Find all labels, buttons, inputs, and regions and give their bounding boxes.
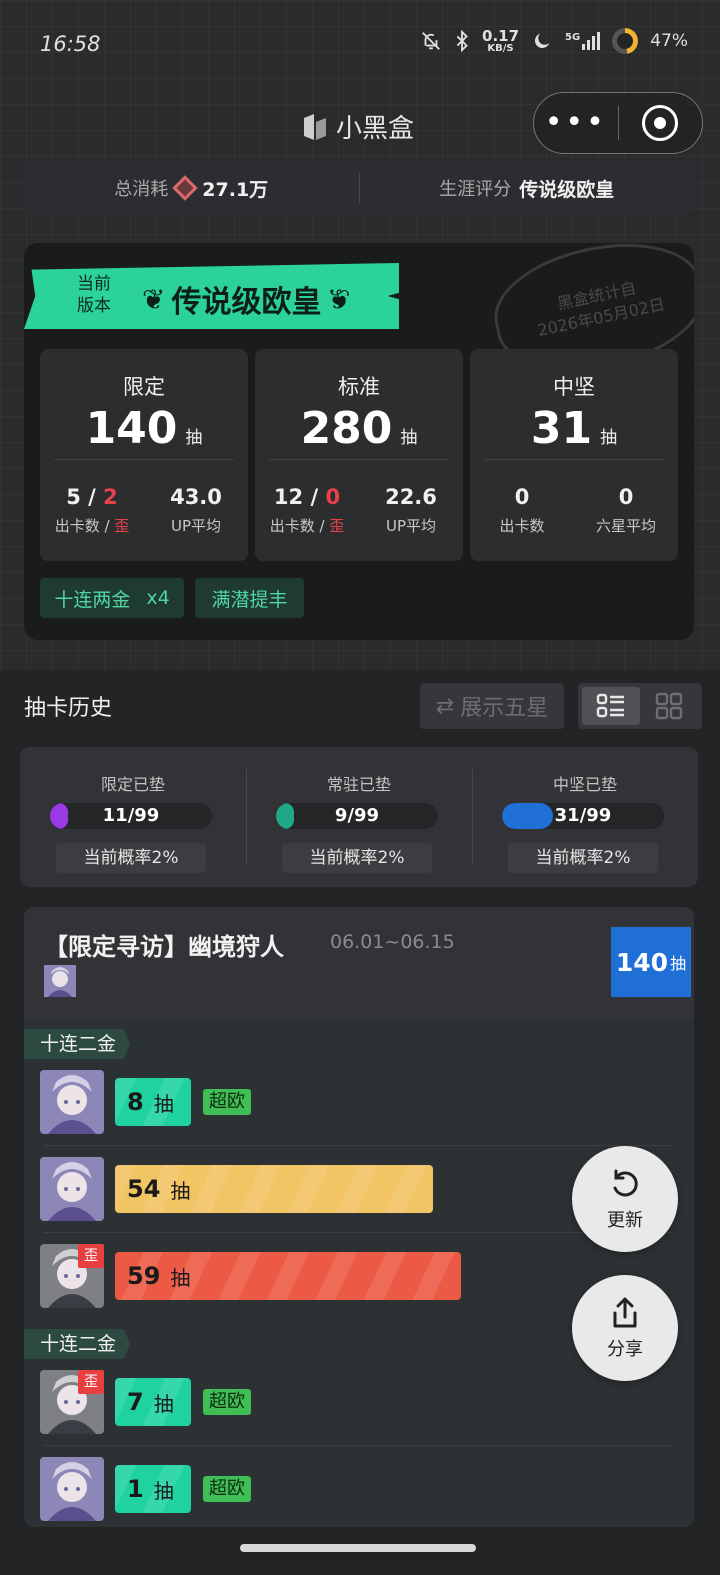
lucky-badge: 超欧 <box>203 1089 251 1115</box>
stat-box-core: 中坚 31 抽 0 出卡数 0 六星平均 <box>470 349 678 561</box>
grid-view-button[interactable] <box>640 687 698 725</box>
moon-icon <box>535 33 550 49</box>
pull-row[interactable]: 8抽 超欧 <box>24 1059 694 1145</box>
list-view-icon <box>596 693 624 718</box>
lucky-badge: 超欧 <box>203 1389 251 1415</box>
laurel-left-icon: ❦ <box>142 282 166 316</box>
list-view-button[interactable] <box>582 687 640 725</box>
signal-5g-icon: 5G <box>565 32 601 50</box>
pool-name: 【限定寻访】幽境狩人 <box>44 933 284 961</box>
more-menu-button[interactable]: ••• <box>534 108 618 138</box>
banner-subtitle: 当前版本 <box>77 274 111 316</box>
pity-core: 中坚已垫 31/99 当前概率2% <box>472 747 698 887</box>
refresh-icon <box>613 1169 638 1197</box>
pity-limited: 限定已垫 11/99 当前概率2% <box>20 747 246 887</box>
refresh-button[interactable]: 更新 <box>572 1146 678 1252</box>
share-button[interactable]: 分享 <box>572 1275 678 1381</box>
close-program-button[interactable] <box>619 105 703 141</box>
battery-percent: 47% <box>650 31 688 51</box>
off-banner-tag: 歪 <box>78 1370 104 1394</box>
operator-avatar <box>44 965 76 997</box>
app-title: 小黑盒 <box>300 108 414 145</box>
pull-row[interactable]: 歪 7抽 超欧 <box>24 1359 694 1445</box>
operator-avatar <box>40 1457 104 1521</box>
heybox-logo-icon <box>304 113 326 140</box>
orundum-icon <box>172 175 199 201</box>
bluetooth-icon <box>456 30 468 52</box>
stat-box-standard: 标准 280 抽 12 / 0 出卡数 / 歪 22.6 UP平均 <box>255 349 463 561</box>
operator-avatar <box>40 1070 104 1134</box>
share-icon <box>613 1297 637 1328</box>
home-indicator <box>240 1544 476 1552</box>
status-icons: 0.17 KB/S 5G 47% <box>420 28 688 54</box>
history-title: 抽卡历史 <box>24 696 113 721</box>
target-icon <box>642 105 679 141</box>
achievement-chip-potential: 满潜提丰 <box>195 578 304 618</box>
pity-bar: 31/99 <box>502 803 664 829</box>
pity-bar: 9/99 <box>276 803 438 829</box>
operator-avatar <box>40 1157 104 1221</box>
pull-bar: 59 抽 <box>115 1252 461 1300</box>
summary-strip: 总消耗 27.1万 生涯评分 传说级欧皇 <box>24 162 694 214</box>
lucky-badge: 超欧 <box>203 1476 251 1502</box>
pull-bar: 8抽 <box>115 1078 191 1126</box>
pull-row[interactable]: 1抽 超欧 <box>24 1446 694 1527</box>
battery-ring-icon <box>612 28 639 54</box>
pity-standard: 常驻已垫 9/99 当前概率2% <box>246 747 472 887</box>
group-tag: 十连二金 <box>24 1329 130 1359</box>
pity-bar: 11/99 <box>50 803 212 829</box>
pity-card: 限定已垫 11/99 当前概率2% 常驻已垫 9/99 当前概率2% 中坚已垫 … <box>20 747 698 887</box>
total-consume: 总消耗 27.1万 <box>24 175 359 202</box>
pull-bar: 54 抽 <box>115 1165 433 1213</box>
pull-bar: 7抽 <box>115 1378 191 1426</box>
net-speed: 0.17 KB/S <box>482 26 520 54</box>
mute-bell-icon <box>422 32 440 50</box>
pull-bar: 1抽 <box>115 1465 191 1513</box>
mini-program-capsule: ••• <box>533 92 703 154</box>
grid-view-icon <box>655 692 683 720</box>
laurel-right-icon: ❦ <box>327 282 351 316</box>
pull-list: 十连二金 8抽 超欧 54 抽 歪 59 抽 十连二金 歪 7 抽 超欧 1 抽… <box>24 1019 694 1527</box>
achievement-chip-ten-pull: 十连两金 x4 <box>40 578 184 618</box>
pool-date: 06.01~06.15 <box>330 931 455 953</box>
show-five-star-toggle[interactable]: ⇄ 展示五星 <box>420 683 564 729</box>
status-time: 16:58 <box>40 32 101 56</box>
version-card: 黑盒统计自 2026年05月02日 当前版本 ❦ 传说级欧皇 ❦ 限定 140 抽… <box>24 243 694 640</box>
off-banner-tag: 歪 <box>78 1244 104 1268</box>
stat-box-limited: 限定 140 抽 5 / 2 出卡数 / 歪 43.0 UP平均 <box>40 349 248 561</box>
status-bar: 16:58 0.17 KB/S 5G 47% <box>0 0 720 90</box>
career-score: 生涯评分 传说级欧皇 <box>439 178 615 201</box>
banner-title: ❦ 传说级欧皇 ❦ <box>142 282 351 321</box>
group-tag: 十连二金 <box>24 1029 130 1059</box>
pool-total-badge: 140 抽 <box>611 927 691 997</box>
view-mode-toggle <box>578 683 702 729</box>
swap-icon: ⇄ <box>435 693 455 719</box>
